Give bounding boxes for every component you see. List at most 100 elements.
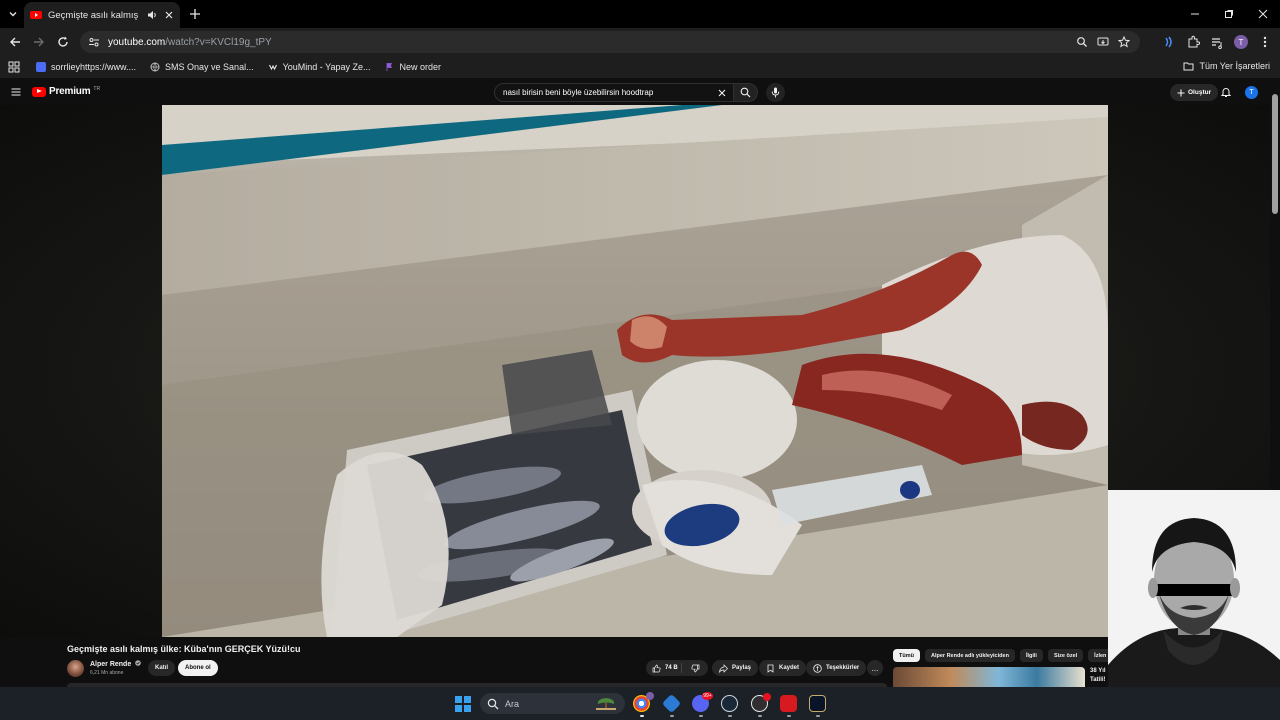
video-player-area[interactable] (0, 105, 1270, 637)
obs-recording-badge (763, 693, 771, 701)
close-tab-icon[interactable] (164, 10, 174, 20)
bookmark-item-1[interactable]: sorrlieyhttps://www.... (36, 62, 136, 72)
chip-all[interactable]: Tümü (893, 649, 920, 662)
plus-icon (1177, 89, 1185, 96)
tab-search-chevron-icon[interactable] (6, 7, 20, 21)
video-title: Geçmişte asılı kalmış ülke: Küba'nın GER… (67, 644, 301, 654)
scrollbar-thumb[interactable] (1272, 94, 1278, 214)
obs-running-indicator (758, 715, 762, 717)
close-window-button[interactable] (1246, 0, 1280, 28)
profile-avatar[interactable]: T (1234, 35, 1248, 49)
bookmark-label: New order (399, 62, 441, 72)
recommended-video-title[interactable]: 38 Yıl Tatili! (1090, 667, 1106, 685)
chip-for-you[interactable]: Size özel (1047, 649, 1084, 662)
bookmark-item-3[interactable]: YouMind - Yapay Ze... (268, 62, 370, 72)
obs-icon[interactable] (751, 693, 771, 712)
league-icon[interactable] (809, 695, 826, 712)
more-actions-button[interactable]: ... (867, 660, 883, 676)
kebab-menu-icon[interactable] (1258, 35, 1272, 49)
super-thanks-icon (813, 663, 822, 673)
speaker-icon[interactable] (146, 9, 158, 21)
voice-search-button[interactable] (766, 83, 785, 102)
extensions-puzzle-icon[interactable] (1186, 35, 1200, 49)
youtube-premium-logo[interactable]: Premium TR (32, 86, 100, 97)
search-button[interactable] (734, 83, 758, 102)
share-arrow-icon (719, 663, 728, 673)
apps-grid-icon[interactable] (8, 61, 20, 73)
back-arrow-icon[interactable] (8, 35, 22, 49)
like-dislike-group: 74 B (646, 660, 708, 676)
steam-icon[interactable] (721, 695, 738, 712)
channel-name-text: Alper Rende (90, 661, 132, 668)
thanks-button[interactable]: Teşekkürler (806, 660, 867, 676)
windows-start-icon[interactable] (455, 696, 471, 712)
browser-tab-active[interactable]: Geçmişte asılı kalmış ülke: K (24, 2, 180, 28)
account-avatar[interactable]: T (1245, 86, 1258, 99)
chip-related[interactable]: İlgili (1019, 649, 1043, 662)
chrome-icon[interactable] (633, 692, 654, 712)
join-button[interactable]: Katıl (148, 660, 176, 676)
hamburger-menu-icon[interactable] (10, 86, 22, 98)
webcam-overlay (1108, 490, 1280, 720)
network-app-icon[interactable] (661, 693, 682, 714)
like-button[interactable]: 74 B (646, 663, 682, 673)
zoom-icon[interactable] (1076, 36, 1088, 48)
bookmark-item-2[interactable]: SMS Onay ve Sanal... (150, 62, 254, 72)
browser-toolbar: youtube.com/watch?v=KVCl19g_tPY T (0, 28, 1280, 56)
subscribe-button[interactable]: Abone ol (178, 660, 218, 676)
minimize-button[interactable] (1178, 0, 1212, 28)
search-query: nasıl birisin beni böyle üzebilirsin hoo… (503, 88, 654, 97)
check-circle-icon (135, 660, 141, 666)
install-app-icon[interactable] (1097, 36, 1109, 48)
bookmark-item-4[interactable]: New order (384, 62, 441, 72)
new-tab-plus-icon[interactable] (188, 7, 202, 21)
thumbs-down-icon (690, 664, 699, 672)
address-bar[interactable]: youtube.com/watch?v=KVCl19g_tPY (80, 31, 1140, 53)
media-queue-icon[interactable] (1210, 35, 1224, 49)
league-running-indicator (816, 715, 820, 717)
youtube-logo-icon (32, 86, 46, 97)
recommended-video-thumbnail[interactable] (893, 667, 1085, 687)
forward-arrow-icon[interactable] (32, 35, 46, 49)
reload-icon[interactable] (56, 35, 70, 49)
clear-search-icon[interactable] (717, 88, 727, 98)
discord-icon[interactable]: 99+ (692, 692, 713, 712)
purple-flag-icon (387, 63, 393, 71)
logo-country-code: TR (93, 86, 101, 92)
bookmark-star-icon[interactable] (1118, 36, 1130, 48)
search-input[interactable]: nasıl birisin beni böyle üzebilirsin hoo… (494, 83, 734, 102)
share-button[interactable]: Paylaş (712, 660, 759, 676)
youmind-icon (268, 64, 277, 71)
chip-from-uploader[interactable]: Alper Rende adlı yükleyiciden (924, 649, 1015, 662)
create-button[interactable]: Oluştur (1170, 84, 1219, 101)
search-icon (740, 87, 751, 98)
all-bookmarks-button[interactable]: Tüm Yer İşaretleri (1183, 61, 1270, 71)
youtube-favicon-icon (30, 11, 42, 19)
notifications-bell-icon[interactable] (1220, 86, 1232, 98)
taskbar-search-box[interactable]: Ara (480, 693, 625, 714)
site-info-tune-icon[interactable] (88, 36, 100, 48)
extension-wave-icon[interactable] (1162, 35, 1176, 49)
red-app-running-indicator (787, 715, 791, 717)
chrome-running-indicator (640, 715, 644, 717)
youtube-masthead: Premium TR nasıl birisin beni böyle üzeb… (0, 80, 1280, 105)
blue-square-icon (36, 62, 46, 72)
subscriber-count: 6,21 Mn abone (90, 670, 124, 676)
red-app-icon[interactable] (780, 695, 797, 712)
channel-avatar[interactable] (67, 660, 84, 677)
url-text: youtube.com/watch?v=KVCl19g_tPY (108, 37, 272, 48)
bookmark-label: SMS Onay ve Sanal... (165, 62, 254, 72)
browser-tab-strip: Geçmişte asılı kalmış ülke: K (0, 0, 1280, 28)
dislike-button[interactable] (682, 664, 708, 673)
video-frame[interactable] (162, 105, 1108, 637)
rec-title-line-1: 38 Yıl (1090, 668, 1106, 674)
bookmark-label: sorrlieyhttps://www.... (51, 62, 137, 72)
save-button[interactable]: Kaydet (759, 660, 807, 676)
search-icon (487, 698, 499, 709)
restore-button[interactable] (1212, 0, 1246, 28)
channel-name[interactable]: Alper Rende (90, 660, 141, 668)
logo-text: Premium (49, 86, 91, 97)
url-path: /watch?v=KVCl19g_tPY (165, 36, 272, 48)
webcam-person-image (1108, 490, 1280, 720)
folder-icon (1183, 62, 1194, 71)
